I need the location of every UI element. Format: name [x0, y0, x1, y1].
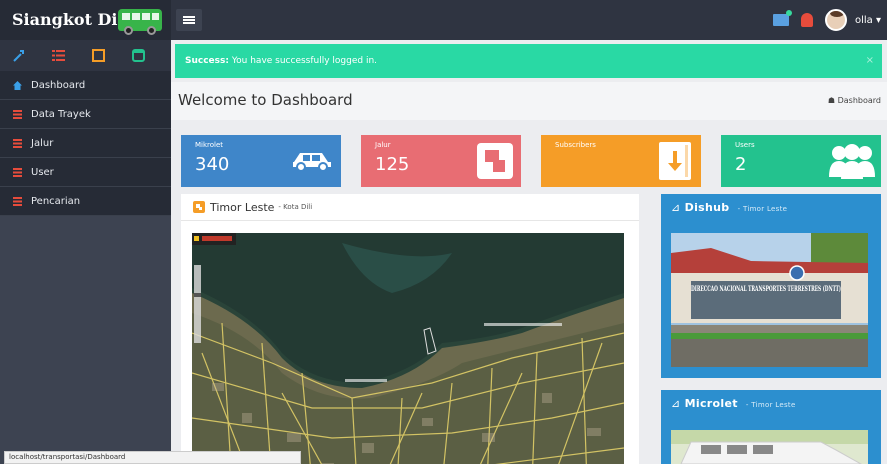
window-icon[interactable] — [132, 49, 145, 62]
sidebar-shortcuts — [0, 40, 171, 71]
sidebar-item-label: Data Trayek — [31, 108, 91, 120]
users-icon — [829, 144, 875, 179]
dishub-sign-text: DIRECCAO NACIONAL TRANSPORTES TERRESTRES… — [691, 284, 841, 293]
stat-users[interactable]: Users 2 — [721, 135, 881, 187]
stat-label: Subscribers — [555, 141, 596, 149]
menu-toggle-button[interactable] — [176, 9, 202, 31]
notification-bell-icon[interactable] — [800, 13, 813, 27]
square-icon[interactable] — [92, 49, 105, 62]
breadcrumb-label: Dashboard — [837, 96, 881, 105]
tools-icon[interactable] — [12, 49, 25, 62]
chart-icon: ⊿ — [671, 201, 681, 214]
sidebar-item-label: Pencarian — [31, 195, 81, 207]
microlet-panel-subtitle: - Timor Leste — [745, 401, 796, 409]
jalur-icon — [477, 143, 513, 179]
home-icon — [13, 80, 22, 90]
sidebar-item-label: Jalur — [31, 137, 54, 149]
map-panel-subtitle: - Kota Dili — [278, 203, 313, 211]
stat-label: Jalur — [375, 141, 391, 149]
list-icon — [13, 109, 22, 119]
dishub-photo: DIRECCAO NACIONAL TRANSPORTES TERRESTRES… — [671, 233, 868, 367]
breadcrumb[interactable]: ☗ Dashboard — [828, 96, 881, 105]
sidebar-item-data-trayek[interactable]: Data Trayek — [0, 100, 171, 129]
map-panel-title: Timor Leste — [210, 200, 275, 214]
sidebar-item-pencarian[interactable]: Pencarian — [0, 187, 171, 216]
list-icon — [13, 196, 22, 206]
sidebar: Dashboard Data Trayek Jalur User Pencari… — [0, 40, 171, 464]
brand-logo[interactable]: Siangkot Dili — [0, 0, 171, 40]
microlet-panel-title: ⊿ Microlet - Timor Leste — [671, 397, 796, 410]
file-download-icon — [659, 142, 691, 180]
stat-value: 340 — [195, 154, 230, 175]
brand-name: Siangkot Dili — [12, 10, 130, 29]
stat-value: 2 — [735, 154, 747, 175]
dishub-panel: ⊿ Dishub - Timor Leste DIRECCAO NACIONAL… — [661, 194, 881, 378]
sidebar-item-dashboard[interactable]: Dashboard — [0, 71, 171, 100]
list-icon[interactable] — [52, 49, 65, 62]
satellite-map[interactable] — [192, 233, 624, 464]
sidebar-item-user[interactable]: User — [0, 158, 171, 187]
home-icon: ☗ — [827, 96, 836, 105]
dishub-panel-title: ⊿ Dishub - Timor Leste — [671, 201, 788, 214]
car-icon — [293, 153, 331, 172]
main-content: Success: You have successfully logged in… — [171, 40, 887, 464]
microlet-photo — [671, 430, 868, 464]
dishub-panel-subtitle: - Timor Leste — [737, 205, 788, 213]
user-menu[interactable]: olla ▾ — [855, 15, 881, 26]
success-alert: Success: You have successfully logged in… — [175, 44, 882, 78]
list-icon — [13, 138, 22, 148]
map-panel: Timor Leste - Kota Dili — [181, 194, 639, 464]
alert-close-button[interactable]: × — [866, 44, 874, 78]
map-panel-header: Timor Leste - Kota Dili — [181, 194, 639, 221]
microlet-panel: ⊿ Microlet - Timor Leste — [661, 390, 881, 464]
top-navbar: Siangkot Dili olla ▾ — [0, 0, 887, 40]
page-header: Welcome to Dashboard ☗ Dashboard — [171, 82, 887, 120]
map-widget-icon — [193, 201, 205, 213]
stat-value: 125 — [375, 154, 410, 175]
stat-mikrolet[interactable]: Mikrolet 340 — [181, 135, 341, 187]
map-imagery — [192, 233, 624, 464]
chart-icon: ⊿ — [671, 397, 681, 410]
sidebar-item-label: Dashboard — [31, 79, 86, 91]
alert-label: Success: — [185, 56, 229, 66]
page-title: Welcome to Dashboard — [178, 91, 353, 109]
bus-icon — [118, 9, 162, 35]
stat-subscribers[interactable]: Subscribers — [541, 135, 701, 187]
status-bar-url: localhost/transportasi/Dashboard — [4, 451, 301, 464]
user-avatar[interactable] — [824, 9, 847, 31]
stat-label: Mikrolet — [195, 141, 224, 149]
sidebar-item-label: User — [31, 166, 54, 178]
stat-label: Users — [735, 141, 755, 149]
alert-message: You have successfully logged in. — [228, 56, 378, 66]
messages-icon[interactable] — [772, 10, 792, 26]
list-icon — [13, 167, 22, 177]
sidebar-item-jalur[interactable]: Jalur — [0, 129, 171, 158]
stat-jalur[interactable]: Jalur 125 — [361, 135, 521, 187]
